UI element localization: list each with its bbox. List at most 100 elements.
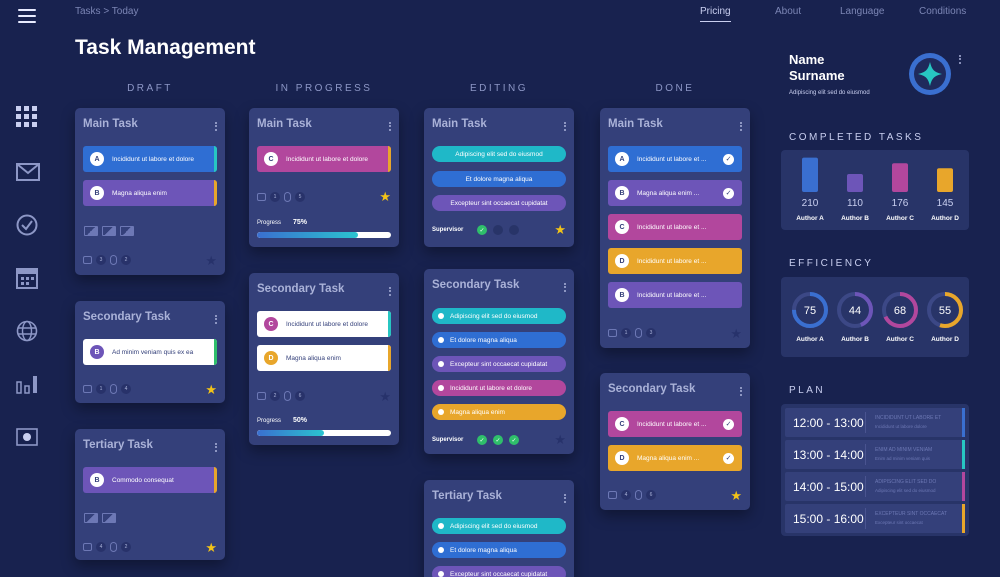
- star-icon[interactable]: ★: [205, 541, 217, 554]
- card-title: Tertiary Task: [83, 439, 153, 451]
- task-pill[interactable]: Excepteur sint occaecat cupidatat: [432, 566, 566, 577]
- globe-icon[interactable]: [16, 320, 38, 342]
- task-pill[interactable]: Et dolore magna aliqua: [432, 332, 566, 348]
- progress-value: 50%: [293, 417, 308, 424]
- task-item[interactable]: C Incididunt ut labore et ...: [608, 214, 742, 240]
- task-item[interactable]: B Magna aliqua enim: [83, 180, 217, 206]
- task-pill[interactable]: Adipiscing elit sed do eiusmod: [432, 146, 566, 162]
- attachment-icon[interactable]: [635, 328, 642, 338]
- comment-icon[interactable]: [83, 543, 92, 551]
- draft-tertiary-task-card[interactable]: Tertiary Task B Commodo consequat 42 ★: [75, 429, 225, 560]
- more-options-icon[interactable]: [958, 53, 961, 65]
- more-options-icon[interactable]: [739, 385, 742, 397]
- attachment-icon[interactable]: [110, 384, 117, 394]
- more-options-icon[interactable]: [563, 281, 566, 293]
- in-progress-secondary-task-card[interactable]: Secondary Task C Incididunt ut labore et …: [249, 273, 399, 445]
- comment-icon[interactable]: [257, 392, 266, 400]
- task-pill[interactable]: Et dolore magna aliqua: [432, 542, 566, 558]
- editing-main-task-card[interactable]: Main Task Adipiscing elit sed do eiusmod…: [424, 108, 574, 247]
- attachment-icon[interactable]: [635, 490, 642, 500]
- more-options-icon[interactable]: [388, 285, 391, 297]
- star-icon[interactable]: ★: [554, 433, 566, 446]
- star-icon[interactable]: ★: [205, 383, 217, 396]
- more-options-icon[interactable]: [214, 313, 217, 325]
- draft-secondary-task-card[interactable]: Secondary Task B Ad minim veniam quis ex …: [75, 301, 225, 403]
- comment-icon[interactable]: [83, 385, 92, 393]
- attachment-count: 5: [295, 192, 305, 202]
- card-title: Main Task: [257, 118, 312, 130]
- menu-icon[interactable]: [18, 9, 36, 23]
- task-item[interactable]: B Magna aliqua enim ... ✓: [608, 180, 742, 206]
- in-progress-main-task-card[interactable]: Main Task C Incididunt ut labore et dolor…: [249, 108, 399, 247]
- attachment-icon[interactable]: [284, 192, 291, 202]
- task-item[interactable]: B Ad minim veniam quis ex ea: [83, 339, 217, 365]
- task-pill[interactable]: Et dolore magna aliqua: [432, 171, 566, 187]
- nav-conditions[interactable]: Conditions: [919, 6, 966, 17]
- task-pill[interactable]: Magna aliqua enim: [432, 404, 566, 420]
- more-options-icon[interactable]: [739, 120, 742, 132]
- comment-count: 1: [270, 192, 280, 202]
- plan-row[interactable]: 13:00 - 14:00 ENIM AD MINIM VENIAM Enim ad…: [785, 440, 965, 469]
- nav-language[interactable]: Language: [840, 6, 885, 17]
- star-icon[interactable]: ★: [379, 190, 391, 203]
- star-icon[interactable]: ★: [379, 390, 391, 403]
- more-options-icon[interactable]: [214, 441, 217, 453]
- plan-title: EXCEPTEUR SINT OCCAECAT: [875, 511, 948, 517]
- record-icon[interactable]: [16, 428, 38, 450]
- comment-icon[interactable]: [257, 193, 266, 201]
- item-letter: B: [90, 345, 104, 359]
- star-icon[interactable]: ★: [730, 327, 742, 340]
- attachment-icon[interactable]: [284, 391, 291, 401]
- item-text: Magna aliqua enim ...: [637, 189, 700, 197]
- more-options-icon[interactable]: [214, 120, 217, 132]
- task-item[interactable]: B Incididunt ut labore et ...: [608, 282, 742, 308]
- nav-pricing[interactable]: Pricing: [700, 6, 731, 22]
- attachment-icon[interactable]: [110, 255, 117, 265]
- task-item[interactable]: D Magna aliqua enim ... ✓: [608, 445, 742, 471]
- star-icon[interactable]: ★: [554, 223, 566, 236]
- task-item[interactable]: C Incididunt ut labore et ... ✓: [608, 411, 742, 437]
- task-pill[interactable]: Adipiscing elit sed do eiusmod: [432, 518, 566, 534]
- item-text: Magna aliqua enim: [112, 189, 167, 197]
- plan-row[interactable]: 15:00 - 16:00 EXCEPTEUR SINT OCCAECAT Exce…: [785, 504, 965, 533]
- efficiency-heading: EFFICIENCY: [789, 258, 874, 269]
- plan-row[interactable]: 12:00 - 13:00 INCIDIDUNT UT LABORE ET Inci…: [785, 408, 965, 437]
- more-options-icon[interactable]: [563, 492, 566, 504]
- task-item[interactable]: A Incididunt ut labore et ... ✓: [608, 146, 742, 172]
- task-item[interactable]: D Incididunt ut labore et ...: [608, 248, 742, 274]
- bar-chart-icon[interactable]: [16, 374, 38, 396]
- draft-main-task-card[interactable]: Main Task A Incididunt ut labore et dolor…: [75, 108, 225, 275]
- task-item[interactable]: B Commodo consequat: [83, 467, 217, 493]
- task-pill[interactable]: Excepteur sint occaecat cupidatat: [432, 195, 566, 211]
- task-pill[interactable]: Excepteur sint occaecat cupidatat: [432, 356, 566, 372]
- task-item[interactable]: D Magna aliqua enim: [257, 345, 391, 371]
- completed-bar: [847, 174, 863, 192]
- more-options-icon[interactable]: [388, 120, 391, 132]
- apps-grid-icon[interactable]: [16, 106, 38, 128]
- done-secondary-task-card[interactable]: Secondary Task C Incididunt ut labore et …: [600, 373, 750, 510]
- star-icon[interactable]: ★: [205, 254, 217, 267]
- mail-icon[interactable]: [16, 162, 40, 184]
- avatar[interactable]: [908, 52, 952, 96]
- comment-icon[interactable]: [608, 491, 617, 499]
- done-main-task-card[interactable]: Main Task A Incididunt ut labore et ... ✓ …: [600, 108, 750, 348]
- star-icon[interactable]: ★: [730, 489, 742, 502]
- task-item[interactable]: A Incididunt ut labore et dolore: [83, 146, 217, 172]
- task-item[interactable]: C Incididunt ut labore et dolore: [257, 146, 391, 172]
- plan-row[interactable]: 14:00 - 15:00 ADIPISCING ELIT SED DO Adipi…: [785, 472, 965, 501]
- task-item[interactable]: C Incididunt ut labore et dolore: [257, 311, 391, 337]
- image-icon: [84, 226, 98, 236]
- check-circle-icon[interactable]: [16, 214, 38, 236]
- comment-icon[interactable]: [608, 329, 617, 337]
- comment-icon[interactable]: [83, 256, 92, 264]
- column-header-in-progress: IN PROGRESS: [275, 83, 373, 94]
- task-pill[interactable]: Incididunt ut labore et dolore: [432, 380, 566, 396]
- author-label: Author A: [796, 215, 824, 222]
- editing-secondary-task-card[interactable]: Secondary Task Adipiscing elit sed do ei…: [424, 269, 574, 454]
- nav-about[interactable]: About: [775, 6, 801, 17]
- editing-tertiary-task-card[interactable]: Tertiary Task Adipiscing elit sed do eiu…: [424, 480, 574, 577]
- task-pill[interactable]: Adipiscing elit sed do eiusmod: [432, 308, 566, 324]
- more-options-icon[interactable]: [563, 120, 566, 132]
- attachment-icon[interactable]: [110, 542, 117, 552]
- calendar-icon[interactable]: [16, 267, 38, 289]
